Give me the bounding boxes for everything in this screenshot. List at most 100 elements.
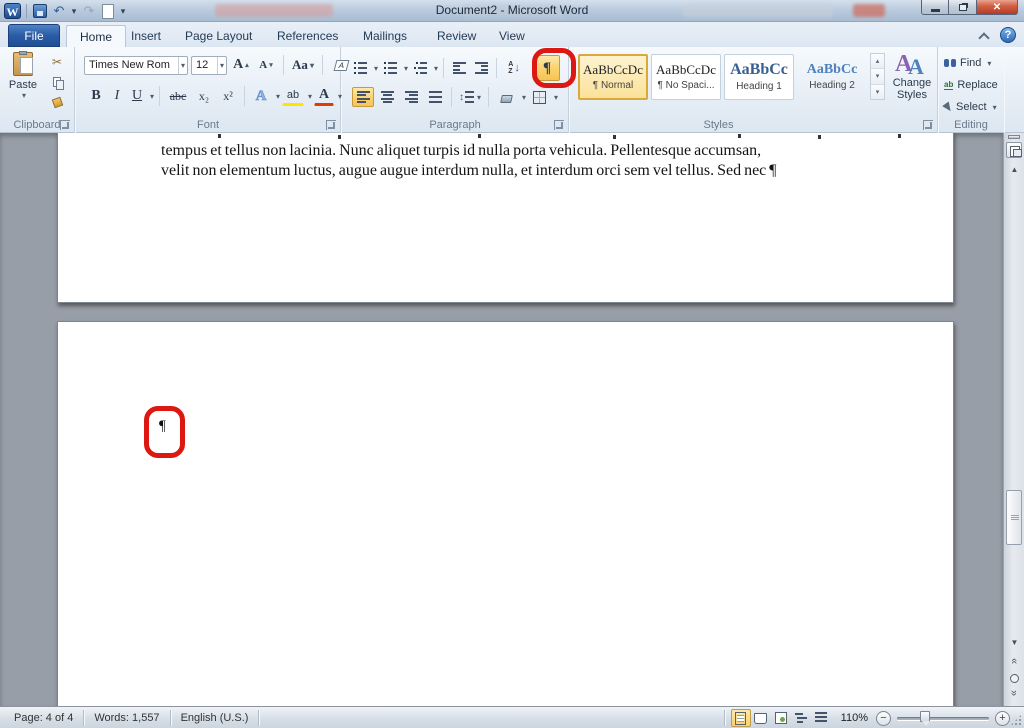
close-button[interactable]: ✕ (976, 0, 1018, 15)
cut-button[interactable]: ✂ (46, 53, 68, 71)
tab-mailings[interactable]: Mailings (350, 25, 420, 47)
minimize-button[interactable] (921, 0, 949, 15)
style-heading2[interactable]: AaBbCc Heading 2 (797, 54, 867, 100)
multilevel-arrow[interactable]: ▾ (434, 64, 438, 73)
status-word-count[interactable]: Words: 1,557 (84, 709, 171, 726)
justify-button[interactable] (424, 87, 446, 107)
scrollbar-thumb[interactable] (1006, 490, 1022, 545)
help-button[interactable]: ? (1000, 27, 1016, 43)
split-window-handle[interactable] (1008, 135, 1020, 139)
zoom-level[interactable]: 110% (841, 712, 868, 724)
bold-button[interactable]: B (86, 85, 106, 107)
document-page-4[interactable]: ¶ (57, 321, 954, 706)
superscript-button[interactable]: x² (217, 85, 239, 107)
strikethrough-button[interactable]: abc (165, 85, 191, 107)
line-spacing-button[interactable]: ↕ ▾ (457, 87, 483, 107)
font-size-combo[interactable]: 12 ▾ (191, 55, 227, 75)
font-dialog-launcher[interactable] (326, 120, 336, 130)
shading-arrow[interactable]: ▾ (522, 93, 526, 102)
font-name-dropdown-arrow[interactable]: ▾ (177, 56, 187, 74)
view-web-layout-button[interactable] (771, 709, 791, 727)
change-case-button[interactable]: Aa ▾ (290, 55, 316, 75)
shrink-font-button[interactable]: A ▾ (255, 55, 277, 75)
zoom-slider-thumb[interactable] (920, 710, 930, 726)
underline-dropdown-arrow[interactable]: ▾ (150, 92, 154, 101)
view-fullscreen-reading-button[interactable] (751, 709, 771, 727)
show-hide-pilcrow-button[interactable]: ¶ (534, 55, 561, 81)
zoom-in-button[interactable]: + (995, 710, 1010, 726)
text-effects-arrow[interactable]: ▾ (276, 92, 280, 101)
style-heading1[interactable]: AaBbCc Heading 1 (724, 53, 794, 100)
tab-file[interactable]: File (8, 24, 60, 47)
new-document-icon[interactable] (100, 3, 116, 19)
styles-scroll-down[interactable]: ▾ (871, 69, 884, 85)
select-button[interactable]: Select ▾ (942, 97, 997, 117)
style-normal[interactable]: AaBbCcDc ¶ Normal (578, 53, 648, 100)
font-name-combo[interactable]: Times New Rom ▾ (84, 55, 188, 75)
status-language[interactable]: English (U.S.) (171, 709, 260, 726)
zoom-slider-track[interactable] (897, 710, 989, 726)
save-icon[interactable] (32, 3, 48, 19)
word-logo-icon[interactable]: W (4, 3, 21, 19)
underline-button[interactable]: U (128, 85, 146, 107)
select-browse-object-button[interactable] (1010, 674, 1019, 683)
customize-qat-arrow[interactable]: ▾ (119, 3, 127, 19)
view-outline-button[interactable] (791, 709, 811, 727)
highlight-arrow[interactable]: ▾ (308, 92, 312, 101)
tab-home[interactable]: Home (66, 25, 127, 47)
clipboard-dialog-launcher[interactable] (60, 120, 70, 130)
tab-view[interactable]: View (486, 25, 538, 47)
highlight-button[interactable]: ab (282, 86, 305, 106)
tab-references[interactable]: References (264, 25, 351, 47)
italic-button[interactable]: I (108, 85, 126, 107)
sort-button[interactable]: A Z ↓ (502, 58, 526, 78)
scroll-down-arrow[interactable]: ▼ (1004, 638, 1024, 647)
paragraph-dialog-launcher[interactable] (554, 120, 564, 130)
previous-page-button[interactable]: « (1004, 654, 1024, 670)
text-effects-button[interactable]: A (250, 85, 272, 107)
grow-font-button[interactable]: A ▴ (230, 55, 252, 75)
align-center-button[interactable] (376, 87, 398, 107)
font-color-button[interactable]: A (314, 86, 335, 106)
scroll-up-arrow[interactable]: ▲ (1004, 165, 1024, 174)
subscript-button[interactable]: x₂ (193, 85, 215, 107)
ruler-toggle-button[interactable] (1006, 142, 1022, 158)
numbering-button[interactable] (380, 58, 400, 78)
tab-review[interactable]: Review (424, 25, 489, 47)
styles-gallery-more[interactable]: ▾ (871, 84, 884, 99)
document-page-3[interactable]: tempus et tellus non lacinia. Nunc aliqu… (57, 133, 954, 303)
borders-arrow[interactable]: ▾ (554, 93, 558, 102)
vertical-scrollbar[interactable]: ▲ ▼ « « (1003, 133, 1024, 706)
styles-scroll-up[interactable]: ▴ (871, 54, 884, 70)
align-left-button[interactable] (352, 87, 374, 107)
undo-icon[interactable]: ↶ (51, 3, 67, 19)
shading-button[interactable] (494, 87, 518, 107)
tab-insert[interactable]: Insert (118, 25, 174, 47)
find-button[interactable]: Find ▾ (944, 53, 991, 73)
collapse-ribbon-icon[interactable] (979, 31, 988, 40)
borders-button[interactable] (528, 87, 550, 107)
align-right-button[interactable] (400, 87, 422, 107)
copy-button[interactable] (46, 73, 68, 91)
style-no-spacing[interactable]: AaBbCcDc ¶ No Spaci... (651, 53, 721, 100)
zoom-out-button[interactable]: − (876, 710, 891, 726)
undo-dropdown-arrow[interactable]: ▾ (70, 3, 78, 19)
tab-page-layout[interactable]: Page Layout (172, 25, 265, 47)
paste-button[interactable]: Paste ▾ (6, 51, 40, 114)
styles-dialog-launcher[interactable] (923, 120, 933, 130)
next-page-button[interactable]: « (1004, 686, 1024, 702)
document-text[interactable]: tempus et tellus non lacinia. Nunc aliqu… (161, 141, 861, 180)
bullets-button[interactable] (350, 58, 370, 78)
bullets-arrow[interactable]: ▾ (374, 64, 378, 73)
numbering-arrow[interactable]: ▾ (404, 64, 408, 73)
view-print-layout-button[interactable] (730, 709, 751, 727)
change-styles-button[interactable]: A A Change Styles (888, 51, 936, 117)
status-page-number[interactable]: Page: 4 of 4 (4, 709, 85, 726)
increase-indent-button[interactable] (471, 58, 491, 78)
document-canvas[interactable]: tempus et tellus non lacinia. Nunc aliqu… (0, 133, 1003, 706)
font-size-dropdown-arrow[interactable]: ▾ (216, 56, 226, 74)
restore-button[interactable] (949, 0, 976, 15)
decrease-indent-button[interactable] (449, 58, 469, 78)
format-painter-button[interactable] (46, 93, 68, 111)
view-draft-button[interactable] (811, 709, 831, 727)
